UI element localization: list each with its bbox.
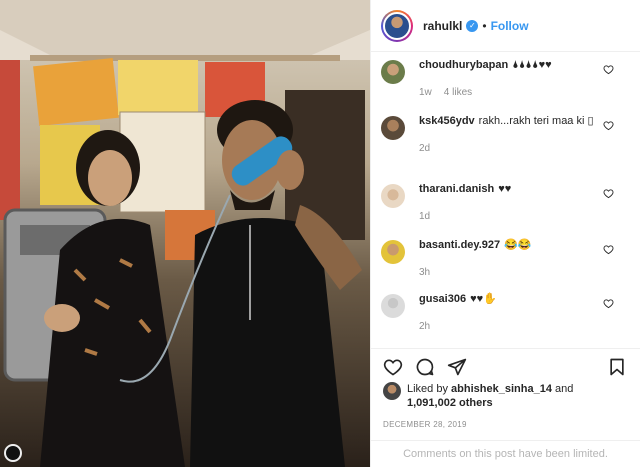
liker-avatar[interactable]	[383, 382, 401, 400]
comment-time[interactable]: 3h	[419, 267, 430, 278]
comment-likes[interactable]: 4 likes	[444, 87, 472, 98]
comment-avatar[interactable]	[381, 240, 405, 264]
comment-text: rakh...rakh teri maa ki ▯	[478, 115, 594, 127]
post-date[interactable]: DECEMBER 28, 2019	[383, 420, 467, 429]
comment-username[interactable]: ksk456ydv	[419, 115, 475, 127]
comment-username[interactable]: gusai306	[419, 293, 466, 305]
post-actions	[371, 348, 640, 384]
post-panel: rahulkl ✓ • Follow choudhurybapan 🌢🌢🌢🌢♥♥ …	[370, 0, 640, 467]
comment-avatar[interactable]	[381, 60, 405, 84]
likes-summary: Liked by abhishek_sinha_14 and 1,091,002…	[383, 382, 632, 410]
comment-icon[interactable]	[415, 357, 435, 377]
post-header: rahulkl ✓ • Follow	[371, 0, 640, 52]
comment-avatar[interactable]	[381, 116, 405, 140]
comment-item: basanti.dey.927 😂😂 3h	[381, 238, 640, 280]
comment-item: ksk456ydv rakh...rakh teri maa ki ▯ 2d	[381, 114, 640, 156]
comment-like-heart-icon[interactable]	[603, 120, 614, 131]
corner-logo-icon	[4, 444, 22, 462]
likes-and: and	[555, 383, 574, 395]
comment-text: ♥♥	[498, 183, 512, 195]
comment-item: choudhurybapan 🌢🌢🌢🌢♥♥ 1w 4 likes	[381, 58, 640, 100]
comment-time[interactable]: 1w	[419, 87, 432, 98]
heart-icon[interactable]	[383, 357, 403, 377]
liker-username[interactable]: abhishek_sinha_14	[451, 383, 552, 395]
comment-like-heart-icon[interactable]	[603, 244, 614, 255]
bookmark-icon[interactable]	[607, 357, 627, 377]
comment-text: 🌢🌢🌢🌢♥♥	[512, 59, 552, 71]
comments-list[interactable]: choudhurybapan 🌢🌢🌢🌢♥♥ 1w 4 likes ksk456ydv…	[371, 52, 640, 347]
comment-like-heart-icon[interactable]	[603, 64, 614, 75]
likes-prefix: Liked by	[407, 383, 448, 395]
comment-item: tharani.danish ♥♥ 1d	[381, 182, 640, 224]
comment-username[interactable]: tharani.danish	[419, 183, 494, 195]
follow-button[interactable]: Follow	[491, 19, 529, 33]
comment-username[interactable]: choudhurybapan	[419, 59, 508, 71]
comment-time[interactable]: 2h	[419, 321, 430, 332]
photo-scene	[0, 0, 370, 467]
comment-like-heart-icon[interactable]	[603, 298, 614, 309]
author-username[interactable]: rahulkl	[423, 19, 462, 33]
share-icon[interactable]	[447, 357, 467, 377]
comments-limited-notice: Comments on this post have been limited.	[371, 440, 640, 467]
comment-item: gusai306 ♥♥✋ 2h	[381, 292, 640, 334]
comment-like-heart-icon[interactable]	[603, 188, 614, 199]
comment-text: 😂😂	[504, 239, 532, 251]
post-photo[interactable]	[0, 0, 370, 467]
comment-time[interactable]: 1d	[419, 211, 430, 222]
comment-avatar[interactable]	[381, 294, 405, 318]
header-separator: •	[482, 18, 487, 33]
author-avatar[interactable]	[381, 9, 413, 42]
verified-icon: ✓	[466, 19, 479, 32]
comment-time[interactable]: 2d	[419, 143, 430, 154]
comment-text: ♥♥✋	[470, 293, 497, 305]
comment-username[interactable]: basanti.dey.927	[419, 239, 500, 251]
likes-count[interactable]: 1,091,002 others	[407, 397, 493, 409]
comment-avatar[interactable]	[381, 184, 405, 208]
